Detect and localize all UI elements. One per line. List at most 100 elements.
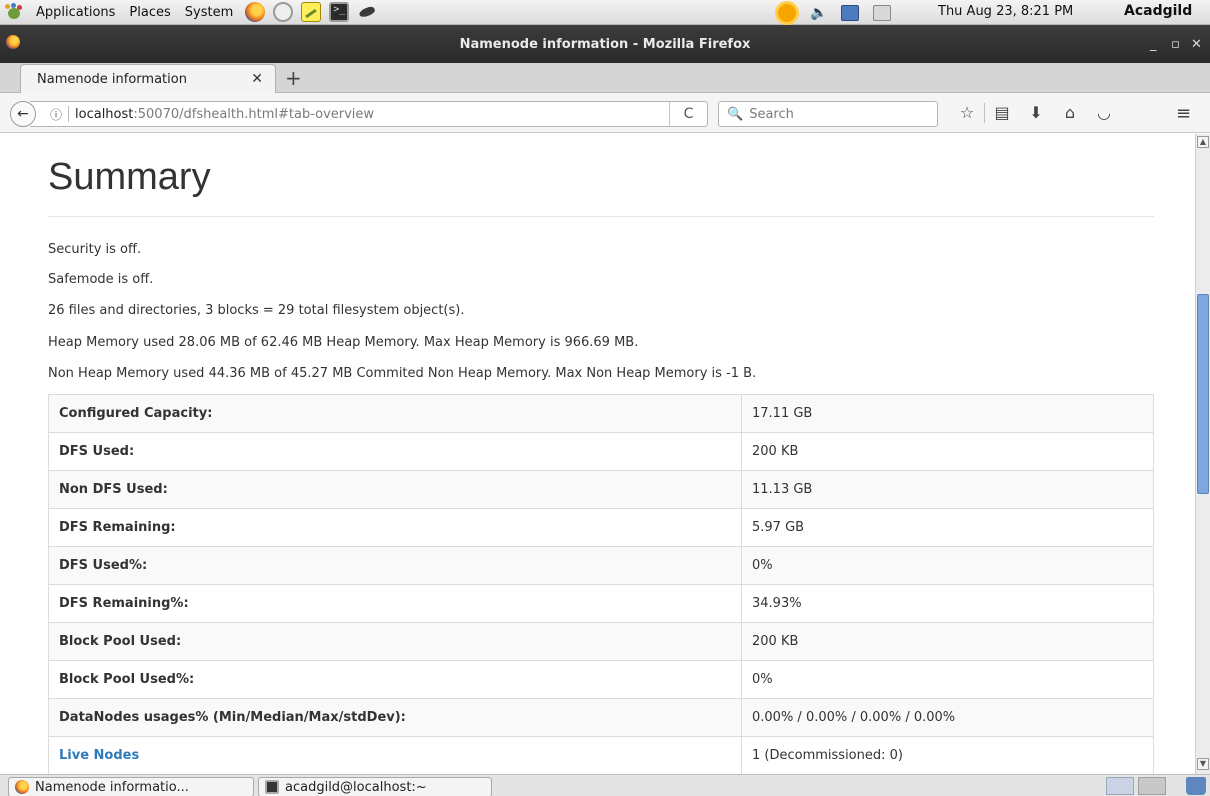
text-editor-launcher-icon[interactable] (301, 2, 322, 22)
row-value: 11.13 GB (741, 470, 1154, 509)
tab-label: Namenode information (37, 71, 187, 87)
minimize-button[interactable]: _ (1150, 37, 1157, 52)
panel-launchers (245, 2, 377, 22)
page-title: Summary (48, 156, 211, 198)
maximize-button[interactable]: ▫ (1171, 37, 1180, 52)
tab-strip: Namenode information ✕ + (0, 63, 1210, 93)
back-button[interactable]: ← (10, 101, 36, 127)
bookmark-star-icon[interactable]: ☆ (950, 103, 984, 123)
security-status: Security is off. (48, 242, 142, 257)
tab-close-icon[interactable]: ✕ (251, 71, 263, 87)
row-value: 34.93% (741, 584, 1154, 623)
terminal-task-icon (265, 780, 279, 794)
tab-namenode-information[interactable]: Namenode information ✕ (20, 64, 276, 93)
user-name[interactable]: Acadgild (1124, 3, 1192, 19)
clipboard-icon[interactable] (873, 4, 892, 21)
network-status-icon[interactable] (841, 4, 860, 21)
window-title: Namenode information - Mozilla Firefox (459, 37, 751, 52)
home-icon[interactable]: ⌂ (1053, 103, 1087, 123)
window-titlebar: Namenode information - Mozilla Firefox _… (0, 25, 1210, 63)
workspace-2[interactable] (1138, 777, 1166, 795)
row-key: DFS Used%: (48, 546, 742, 585)
table-row: DFS Used%: 0% (48, 546, 1154, 585)
workspace-1[interactable] (1106, 777, 1134, 795)
row-key: DFS Used: (48, 432, 742, 471)
row-value: 5.97 GB (741, 508, 1154, 547)
taskbar-item-label: Namenode informatio... (35, 779, 189, 795)
row-key: DataNodes usages% (Min/Median/Max/stdDev… (48, 698, 742, 737)
dolphin-launcher-icon[interactable] (357, 2, 377, 22)
panel-menus: Applications Places System (0, 3, 235, 21)
reload-icon[interactable]: C (669, 102, 707, 126)
nav-bar: ⓘ localhost :50070/dfshealth.html#tab-ov… (0, 93, 1210, 133)
network-launcher-icon[interactable] (273, 2, 294, 22)
volume-icon[interactable]: 🔈 (810, 5, 827, 21)
toolbar-icons: ☆ ▤ ⬇ ⌂ ◡ (950, 103, 1121, 123)
row-key: DFS Remaining: (48, 508, 742, 547)
taskbar-item-terminal[interactable]: acadgild@localhost:~ (258, 777, 492, 796)
table-row: Block Pool Used%: 0% (48, 660, 1154, 699)
row-value: 200 KB (741, 432, 1154, 471)
system-tray: 🔈 (778, 0, 892, 25)
terminal-launcher-icon[interactable] (329, 2, 350, 22)
search-icon: 🔍 (727, 106, 744, 122)
safemode-status: Safemode is off. (48, 272, 154, 287)
clock[interactable]: Thu Aug 23, 8:21 PM (938, 4, 1073, 19)
row-key: DFS Remaining%: (48, 584, 742, 623)
table-row: Block Pool Used: 200 KB (48, 622, 1154, 661)
menu-hamburger-icon[interactable]: ≡ (1176, 103, 1191, 124)
table-row: DFS Used: 200 KB (48, 432, 1154, 471)
menu-places[interactable]: Places (127, 5, 172, 20)
new-tab-button[interactable]: + (285, 66, 302, 90)
site-info-icon[interactable]: ⓘ (50, 106, 62, 123)
row-value: 0% (741, 660, 1154, 699)
url-bar[interactable]: ⓘ localhost :50070/dfshealth.html#tab-ov… (30, 101, 708, 127)
update-notifier-icon[interactable] (778, 3, 796, 22)
heap-memory: Heap Memory used 28.06 MB of 62.46 MB He… (48, 335, 639, 350)
bookmarks-menu-icon[interactable]: ▤ (985, 103, 1019, 123)
table-row: Live Nodes 1 (Decommissioned: 0) (48, 736, 1154, 774)
pocket-icon[interactable]: ◡ (1087, 103, 1121, 123)
top-panel: Applications Places System 🔈 Thu Aug 23,… (0, 0, 1210, 25)
scroll-down-arrow-icon[interactable]: ▼ (1197, 758, 1209, 770)
url-path[interactable]: :50070/dfshealth.html#tab-overview (133, 107, 374, 122)
scrollbar-thumb[interactable] (1197, 294, 1209, 494)
search-placeholder: Search (749, 106, 794, 122)
row-value: 0.00% / 0.00% / 0.00% / 0.00% (741, 698, 1154, 737)
downloads-icon[interactable]: ⬇ (1019, 103, 1053, 123)
table-row: DFS Remaining%: 34.93% (48, 584, 1154, 623)
scroll-up-arrow-icon[interactable]: ▲ (1197, 136, 1209, 148)
filesystem-objects: 26 files and directories, 3 blocks = 29 … (48, 303, 465, 318)
menu-system[interactable]: System (183, 5, 235, 20)
page-content: Summary Security is off. Safemode is off… (0, 134, 1195, 774)
gnome-foot-icon[interactable] (4, 3, 24, 21)
url-host[interactable]: localhost (75, 107, 133, 122)
row-value: 17.11 GB (741, 394, 1154, 433)
workspace-switcher[interactable] (1106, 777, 1168, 795)
table-row: DFS Remaining: 5.97 GB (48, 508, 1154, 547)
heading-divider (48, 216, 1154, 217)
row-key: Non DFS Used: (48, 470, 742, 509)
live-nodes-link[interactable]: Live Nodes (48, 736, 742, 774)
table-row: Non DFS Used: 11.13 GB (48, 470, 1154, 509)
table-row: Configured Capacity: 17.11 GB (48, 394, 1154, 433)
firefox-task-icon (15, 780, 29, 794)
search-input[interactable]: 🔍 Search (718, 101, 938, 127)
taskbar-item-firefox[interactable]: Namenode informatio... (8, 777, 254, 796)
row-key: Block Pool Used%: (48, 660, 742, 699)
row-key: Block Pool Used: (48, 622, 742, 661)
row-value: 0% (741, 546, 1154, 585)
taskbar: Namenode informatio... acadgild@localhos… (0, 774, 1210, 796)
url-separator (68, 106, 70, 122)
non-heap-memory: Non Heap Memory used 44.36 MB of 45.27 M… (48, 366, 757, 381)
row-value: 1 (Decommissioned: 0) (741, 736, 1154, 774)
vertical-scrollbar[interactable]: ▲ ▼ (1195, 134, 1210, 774)
firefox-launcher-icon[interactable] (245, 2, 266, 22)
close-window-button[interactable]: ✕ (1191, 37, 1202, 52)
trash-icon[interactable] (1186, 777, 1206, 795)
table-row: DataNodes usages% (Min/Median/Max/stdDev… (48, 698, 1154, 737)
row-key: Configured Capacity: (48, 394, 742, 433)
summary-table: Configured Capacity: 17.11 GB DFS Used: 20… (48, 394, 1154, 774)
row-value: 200 KB (741, 622, 1154, 661)
menu-applications[interactable]: Applications (34, 5, 117, 20)
